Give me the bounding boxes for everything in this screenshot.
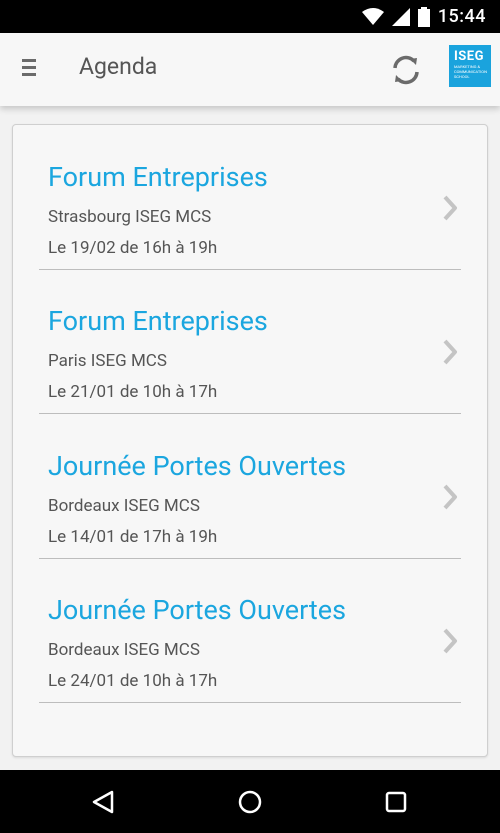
app-bar: Agenda ISEG MARKETING & COMMUNICATION SC… [0,33,500,106]
event-date: Le 19/02 de 16h à 19h [48,238,218,258]
status-bar: 15:44 [0,0,500,33]
home-icon[interactable] [234,786,266,818]
chevron-right-icon [443,339,457,365]
status-icons: 15:44 [361,0,486,33]
recents-icon[interactable] [380,786,412,818]
logo-subtext: MARKETING & COMMUNICATION SCHOOL [454,64,487,79]
event-location: Paris ISEG MCS [48,351,167,371]
wifi-icon [361,7,384,25]
event-location: Bordeaux ISEG MCS [48,496,200,516]
page-title: Agenda [79,53,158,80]
back-icon[interactable] [88,786,120,818]
refresh-icon[interactable] [388,52,424,88]
chevron-right-icon [443,195,457,221]
event-location: Bordeaux ISEG MCS [48,640,200,660]
iseg-logo: ISEG MARKETING & COMMUNICATION SCHOOL [449,45,491,87]
event-title: Journée Portes Ouvertes [48,594,347,626]
battery-icon [417,6,430,27]
chevron-right-icon [443,628,457,654]
hamburger-menu-icon[interactable] [22,59,40,81]
status-time: 15:44 [437,6,486,27]
navigation-bar [0,770,500,833]
event-item[interactable]: Journée Portes Ouvertes Bordeaux ISEG MC… [39,414,461,559]
event-date: Le 21/01 de 10h à 17h [48,382,218,402]
event-item[interactable]: Forum Entreprises Strasbourg ISEG MCS Le… [39,125,461,270]
event-date: Le 14/01 de 17h à 19h [48,527,218,547]
event-item[interactable]: Journée Portes Ouvertes Bordeaux ISEG MC… [39,558,461,703]
chevron-right-icon [443,484,457,510]
event-date: Le 24/01 de 10h à 17h [48,671,218,691]
event-location: Strasbourg ISEG MCS [48,207,212,227]
signal-icon [391,7,410,26]
event-title: Forum Entreprises [48,161,268,193]
event-item[interactable]: Forum Entreprises Paris ISEG MCS Le 21/0… [39,269,461,414]
event-title: Journée Portes Ouvertes [48,450,347,482]
logo-text: ISEG [454,49,484,64]
event-title: Forum Entreprises [48,305,268,337]
agenda-card: Forum Entreprises Strasbourg ISEG MCS Le… [12,124,488,757]
